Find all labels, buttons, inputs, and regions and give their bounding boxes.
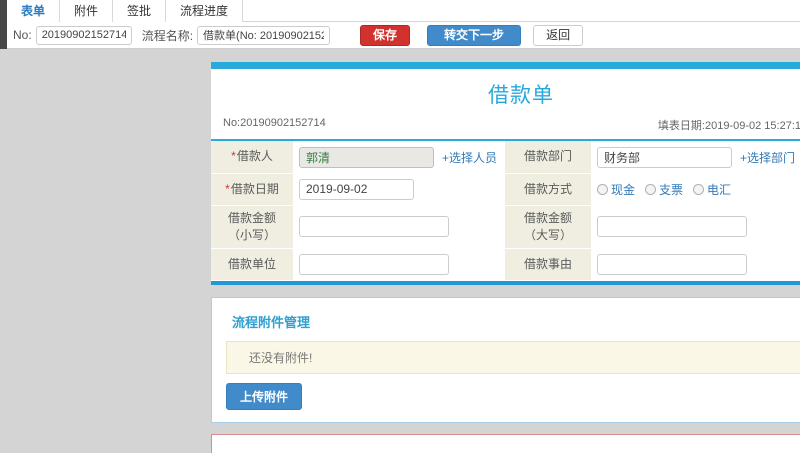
attachments-empty-message: 还没有附件! (226, 340, 800, 374)
radio-wire-label: 电汇 (707, 182, 732, 197)
radio-circle-icon[interactable] (645, 183, 657, 195)
left-edge-strip (0, 0, 7, 49)
required-mark: * (231, 149, 236, 164)
form-no-text: No:20190902152714 (223, 117, 326, 129)
loan-form-table: *借款人 +选择人员 借款部门 +选择部门 *借款日期 (211, 141, 800, 281)
tab-process-progress[interactable]: 流程进度 (166, 0, 244, 22)
form-bottom-bar (211, 280, 800, 285)
loan-date-input[interactable] (299, 178, 414, 200)
upload-attachment-button[interactable]: 上传附件 (226, 382, 303, 410)
tab-attachments[interactable]: 附件 (60, 0, 114, 22)
radio-circle-icon[interactable] (693, 183, 705, 195)
radio-circle-icon[interactable] (597, 183, 608, 195)
loan-form-panel: 借款单 No:20190902152714 填表日期:2019-09-02 15… (211, 62, 800, 285)
no-label: No: (13, 28, 32, 42)
form-title: 借款单 (488, 84, 554, 107)
select-person-link[interactable]: +选择人员 (442, 151, 497, 165)
radio-cheque-label: 支票 (659, 182, 684, 197)
main-content: 借款单 No:20190902152714 填表日期:2019-09-02 15… (211, 62, 800, 453)
amount-big-label: 借款金额（大写） (523, 210, 572, 242)
amount-small-input[interactable] (299, 216, 449, 237)
tab-form[interactable]: 表单 (7, 0, 61, 22)
tab-bar: 表单 附件 签批 流程进度 (7, 0, 800, 22)
loan-reason-label: 借款事由 (523, 256, 572, 271)
action-bar: No: 流程名称: 保存 转交下一步 返回 (7, 22, 800, 49)
forward-next-step-button[interactable]: 转交下一步 (427, 24, 522, 46)
attachments-panel: 流程附件管理 还没有附件! 上传附件 (211, 296, 800, 423)
loan-date-label: 借款日期 (230, 181, 279, 196)
table-row: 借款金额（小写） 借款金额（大写） (211, 205, 800, 249)
no-input[interactable] (35, 25, 132, 45)
signoff-panel: 流程签批意见 B I abc ✎ ∞ ∞ ⚑ ≡ ≡ « » ” 样式 (211, 433, 800, 453)
form-date-text: 填表日期:2019-09-02 15:27:1 (657, 120, 800, 132)
attachments-heading: 流程附件管理 (232, 314, 311, 330)
radio-cash[interactable]: 现金 (597, 181, 635, 198)
form-info-row: No:20190902152714 填表日期:2019-09-02 15:27:… (211, 115, 800, 141)
radio-cheque[interactable]: 支票 (645, 181, 683, 198)
dept-input[interactable] (597, 146, 732, 168)
select-dept-link[interactable]: +选择部门 (740, 151, 795, 165)
required-mark: * (225, 181, 230, 196)
tab-approval[interactable]: 签批 (113, 0, 167, 22)
table-row: 借款单位 借款事由 (211, 248, 800, 281)
dept-label: 借款部门 (523, 149, 572, 164)
table-row: *借款人 +选择人员 借款部门 +选择部门 (211, 141, 800, 174)
flow-name-label: 流程名称: (141, 28, 194, 43)
loan-unit-input[interactable] (299, 253, 449, 275)
form-top-bar (211, 62, 800, 69)
radio-wire[interactable]: 电汇 (693, 181, 731, 198)
amount-small-label: 借款金额（小写） (227, 210, 276, 242)
save-button[interactable]: 保存 (360, 24, 411, 46)
loan-method-radio-group: 现金 支票 电汇 (597, 181, 800, 198)
loan-method-label: 借款方式 (523, 181, 572, 196)
table-row: *借款日期 借款方式 现金 支票 电汇 (211, 173, 800, 206)
borrower-input[interactable] (299, 146, 434, 168)
top-header: 表单 附件 签批 流程进度 No: 流程名称: 保存 转交下一步 返回 (0, 0, 800, 49)
amount-big-input[interactable] (597, 216, 747, 237)
back-button[interactable]: 返回 (533, 24, 584, 46)
loan-reason-input[interactable] (597, 253, 747, 275)
signoff-heading: 流程签批意见 (226, 447, 800, 453)
borrower-label: 借款人 (236, 149, 273, 164)
radio-cash-label: 现金 (611, 182, 636, 197)
flow-name-input[interactable] (197, 25, 331, 45)
loan-unit-label: 借款单位 (227, 256, 276, 271)
